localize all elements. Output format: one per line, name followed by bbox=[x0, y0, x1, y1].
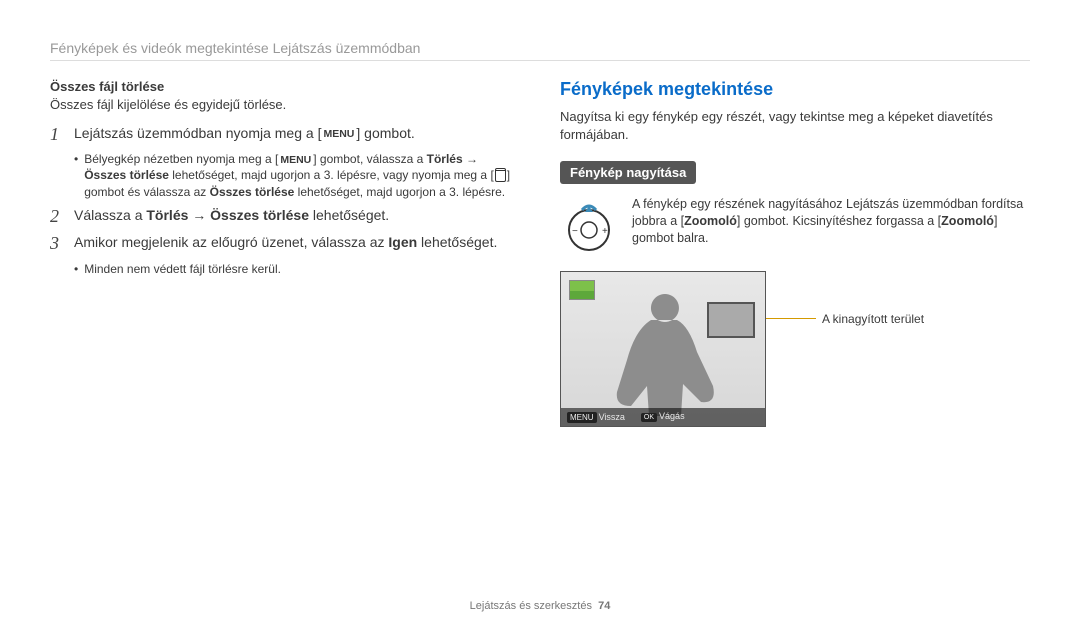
t: lehetőséget. bbox=[309, 207, 389, 223]
right-column: Fényképek megtekintése Nagyítsa ki egy f… bbox=[560, 79, 1030, 427]
zoom-dial-icon: − + bbox=[560, 196, 618, 254]
zoom-instructions: A fénykép egy részének nagyításához Lejá… bbox=[632, 196, 1030, 247]
svg-text:−: − bbox=[572, 226, 578, 237]
screenshot-row: MENUVissza OKVágás A kinagyított terület bbox=[560, 271, 1030, 427]
view-photos-intro: Nagyítsa ki egy fénykép egy részét, vagy… bbox=[560, 108, 1030, 143]
step-num-1: 1 bbox=[50, 124, 64, 146]
step1-prefix: Lejátszás üzemmódban nyomja meg a [ bbox=[74, 125, 321, 141]
t: ] gombot. Kicsinyítéshez forgassa a [ bbox=[737, 214, 941, 228]
t: Vissza bbox=[599, 412, 625, 422]
bullet-icon: • bbox=[74, 151, 78, 200]
svg-text:+: + bbox=[602, 226, 608, 237]
step1-sub: • Bélyegkép nézetben nyomja meg a [MENU]… bbox=[74, 151, 520, 200]
t: ] gombot, válassza a bbox=[313, 152, 426, 166]
t: → bbox=[463, 152, 478, 166]
thumbnail-icon bbox=[569, 280, 595, 300]
delete-all-title: Összes fájl törlése bbox=[50, 79, 520, 94]
t-bold: Összes törlése bbox=[210, 185, 295, 199]
t-bold: Igen bbox=[388, 234, 417, 250]
t: lehetőséget, majd ugorjon a 3. lépésre, … bbox=[169, 168, 494, 182]
t: lehetőséget, majd ugorjon a 3. lépésre. bbox=[294, 185, 505, 199]
step-1: 1 Lejátszás üzemmódban nyomja meg a [MEN… bbox=[50, 124, 520, 146]
left-column: Összes fájl törlése Összes fájl kijelölé… bbox=[50, 79, 520, 427]
bullet-icon: • bbox=[74, 261, 78, 277]
t-bold: Zoomoló bbox=[684, 214, 737, 228]
view-photos-heading: Fényképek megtekintése bbox=[560, 79, 1030, 100]
t: lehetőséget. bbox=[417, 234, 497, 250]
callout-text: A kinagyított terület bbox=[816, 312, 924, 326]
zoom-row: − + A fénykép egy részének nagyításához … bbox=[560, 196, 1030, 257]
t-bold: Összes törlése bbox=[84, 168, 169, 182]
t-bold: Összes törlése bbox=[210, 207, 309, 223]
step-num-3: 3 bbox=[50, 233, 64, 255]
status-back: MENUVissza bbox=[567, 412, 625, 422]
step-2-body: Válassza a Törlés → Összes törlése lehet… bbox=[74, 206, 520, 228]
header-rule bbox=[50, 60, 1030, 61]
step-2: 2 Válassza a Törlés → Összes törlése leh… bbox=[50, 206, 520, 228]
delete-all-intro: Összes fájl kijelölése és egyidejű törlé… bbox=[50, 96, 520, 114]
footer-page: 74 bbox=[598, 600, 610, 612]
step-3: 3 Amikor megjelenik az előugró üzenet, v… bbox=[50, 233, 520, 255]
ok-button-icon: OK bbox=[641, 413, 657, 422]
trash-icon bbox=[495, 170, 506, 182]
step3-sub: • Minden nem védett fájl törlésre kerül. bbox=[74, 261, 520, 277]
status-bar: MENUVissza OKVágás bbox=[561, 408, 765, 426]
t: Bélyegkép nézetben nyomja meg a [ bbox=[84, 152, 278, 166]
t: Vágás bbox=[659, 411, 685, 421]
step-num-2: 2 bbox=[50, 206, 64, 228]
t: Amikor megjelenik az előugró üzenet, vál… bbox=[74, 234, 388, 250]
footer-section: Lejátszás és szerkesztés bbox=[470, 600, 592, 612]
t-bold: Zoomoló bbox=[941, 214, 994, 228]
step-3-body: Amikor megjelenik az előugró üzenet, vál… bbox=[74, 233, 520, 255]
t: Válassza a bbox=[74, 207, 146, 223]
t: → bbox=[188, 207, 210, 223]
t-bold: Törlés bbox=[146, 207, 188, 223]
step1-sub-text: Bélyegkép nézetben nyomja meg a [MENU] g… bbox=[84, 151, 520, 200]
step1-suffix: ] gombot. bbox=[356, 125, 414, 141]
content-columns: Összes fájl törlése Összes fájl kijelölé… bbox=[50, 79, 1030, 427]
camera-screenshot: MENUVissza OKVágás bbox=[560, 271, 766, 427]
enlarge-photo-label: Fénykép nagyítása bbox=[560, 161, 696, 184]
step3-sub-text: Minden nem védett fájl törlésre kerül. bbox=[84, 261, 520, 277]
status-cut: OKVágás bbox=[641, 411, 685, 422]
menu-icon: MENU bbox=[321, 129, 356, 140]
page-footer: Lejátszás és szerkesztés 74 bbox=[0, 600, 1080, 612]
callout-line bbox=[766, 318, 816, 319]
page-header: Fényképek és videók megtekintése Lejátsz… bbox=[50, 40, 1030, 56]
step-1-body: Lejátszás üzemmódban nyomja meg a [MENU]… bbox=[74, 124, 520, 146]
menu-icon: MENU bbox=[278, 155, 313, 166]
t-bold: Törlés bbox=[427, 152, 463, 166]
zoom-area-inset bbox=[707, 302, 755, 338]
menu-button-icon: MENU bbox=[567, 412, 597, 423]
